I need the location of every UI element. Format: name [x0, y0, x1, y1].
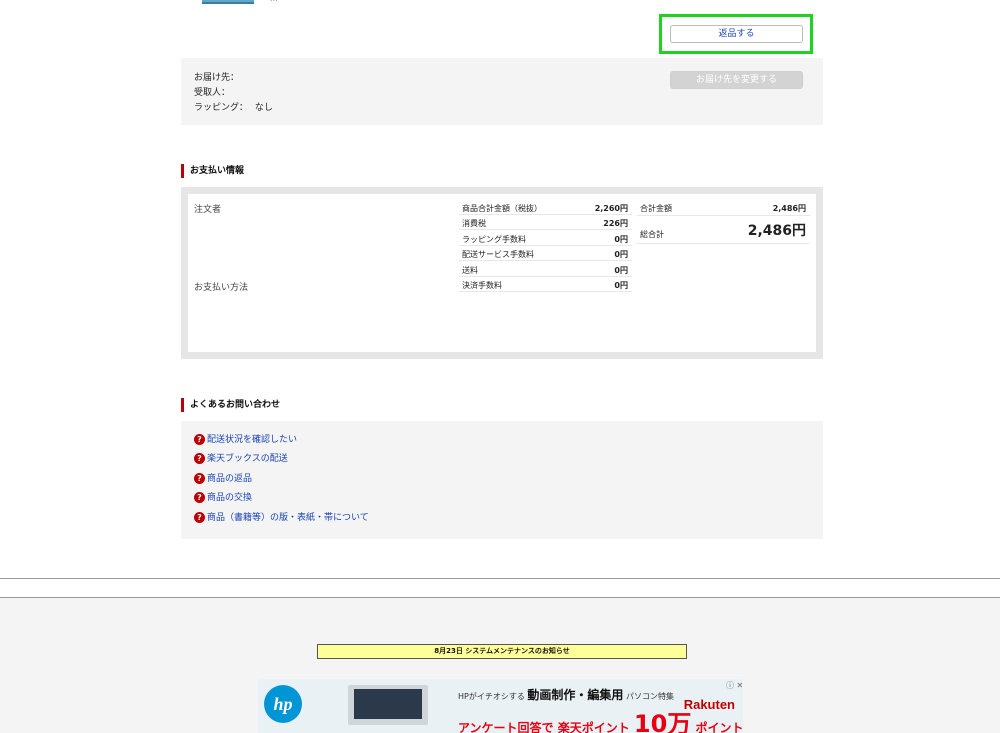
destination-label: お届け先： — [194, 73, 240, 83]
fee-value: 226円 — [603, 219, 628, 228]
fee-label: 商品合計金額（税抜） — [462, 204, 542, 213]
fee-row: ラッピング手数料 0円 — [459, 231, 632, 246]
change-destination-button[interactable]: お届け先を変更する — [670, 71, 803, 89]
rakuten-logo: Rakuten — [683, 697, 735, 712]
faq-link[interactable]: ? 楽天ブックスの配送 — [194, 453, 288, 465]
total-amount-value: 2,486円 — [772, 204, 806, 213]
faq-link[interactable]: ? 商品の返品 — [194, 473, 252, 485]
faq-link-label[interactable]: 配送状況を確認したい — [207, 435, 297, 445]
ad-headline-suffix: パソコン特集 — [625, 692, 674, 701]
grand-total-value: 2,486円 — [747, 223, 806, 239]
faq-section-title: よくあるお問い合わせ — [181, 398, 280, 412]
fee-label: ラッピング手数料 — [462, 235, 526, 244]
question-icon: ? — [194, 434, 205, 445]
faq-link[interactable]: ? 配送状況を確認したい — [194, 434, 297, 446]
fee-value: 0円 — [614, 281, 628, 290]
faq-link-label[interactable]: 商品（書籍等）の版・表紙・帯について — [207, 513, 369, 523]
ad-promo-sub: 楽天ポイント — [557, 721, 630, 733]
fee-value: 0円 — [614, 235, 628, 244]
ad-headline: HPがイチオシする 動画制作・編集用 パソコン特集 — [458, 686, 674, 703]
payment-section-title: お支払い情報 — [181, 164, 244, 178]
question-icon: ? — [194, 512, 205, 523]
total-amount-label: 合計金額 — [640, 204, 672, 213]
ad-close-icon[interactable]: ⓘ ✕ — [726, 680, 743, 691]
ad-promo-suffix: ポイント山分け! — [695, 721, 743, 733]
divider — [0, 597, 1000, 598]
fee-label: 消費税 — [462, 219, 486, 228]
fee-row: 商品合計金額（税抜） 2,260円 — [459, 200, 632, 215]
fee-value: 0円 — [614, 250, 628, 259]
return-button[interactable]: 返品する — [670, 25, 803, 43]
orderer-label: 注文者 — [194, 205, 222, 215]
fee-label: 配送サービス手数料 — [462, 250, 534, 259]
faq-link[interactable]: ? 商品（書籍等）の版・表紙・帯について — [194, 512, 369, 524]
ad-promo-prefix: アンケート回答で — [458, 721, 554, 733]
wrapping-value: なし — [254, 103, 273, 113]
maintenance-notice-link[interactable]: 8月23日 システムメンテナンスのお知らせ — [317, 644, 687, 659]
faq-link[interactable]: ? 商品の交換 — [194, 492, 252, 504]
fee-value: 0円 — [614, 266, 628, 275]
question-icon: ? — [194, 492, 205, 503]
fee-row: 配送サービス手数料 0円 — [459, 246, 632, 261]
payment-method-label: お支払い方法 — [194, 283, 249, 293]
recipient-label: 受取人： — [194, 88, 231, 98]
fee-row: 消費税 226円 — [459, 215, 632, 230]
hp-logo: hp — [264, 685, 302, 723]
ad-headline-prefix: HPがイチオシする — [458, 692, 525, 701]
wrapping-label: ラッピング： — [194, 103, 249, 113]
fee-label: 決済手数料 — [462, 281, 502, 290]
divider — [0, 578, 1000, 579]
fee-label: 送料 — [462, 266, 478, 275]
laptop-screen — [354, 689, 422, 719]
grand-total-label: 総合計 — [640, 230, 664, 239]
fee-row: 送料 0円 — [459, 262, 632, 277]
wrapping-row: ラッピング： なし — [194, 100, 273, 113]
ad-headline-main: 動画制作・編集用 — [527, 688, 624, 702]
fee-value: 2,260円 — [594, 204, 628, 213]
faq-link-label[interactable]: 楽天ブックスの配送 — [207, 454, 288, 464]
question-icon: ? — [194, 453, 205, 464]
faq-link-label[interactable]: 商品の返品 — [207, 474, 252, 484]
product-thumbnail[interactable] — [202, 0, 254, 4]
fee-row: 決済手数料 0円 — [459, 277, 632, 292]
delivery-info-box — [181, 58, 823, 125]
faq-link-label[interactable]: 商品の交換 — [207, 493, 252, 503]
product-title-partial: ... — [270, 0, 360, 2]
question-icon: ? — [194, 473, 205, 484]
grand-total-row: 総合計 2,486円 — [637, 216, 810, 244]
total-amount-row: 合計金額 2,486円 — [637, 200, 810, 216]
ad-banner[interactable]: hp HPがイチオシする 動画制作・編集用 パソコン特集 アンケート回答で 楽天… — [258, 679, 743, 733]
ad-promo-big: 10万 — [633, 710, 692, 733]
